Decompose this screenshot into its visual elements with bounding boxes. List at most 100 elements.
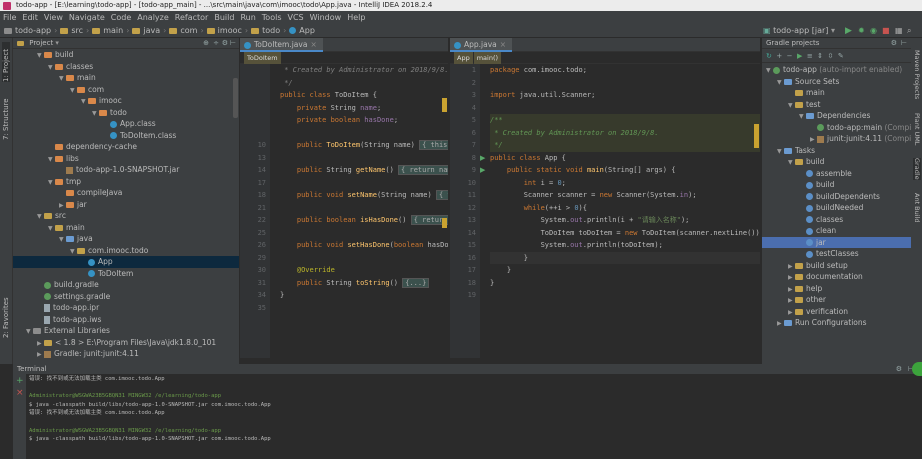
- breadcrumb-item[interactable]: App: [287, 24, 317, 38]
- code-line[interactable]: public String getName() { return name; }: [280, 164, 448, 177]
- maven-projects-tab[interactable]: Maven Projects: [913, 50, 921, 99]
- project-tree-row[interactable]: ▶ jar: [13, 199, 239, 211]
- menu-item-build[interactable]: Build: [211, 13, 237, 22]
- project-panel-title[interactable]: Project: [29, 39, 53, 47]
- toggle-offline-icon[interactable]: ≡: [807, 52, 813, 60]
- gradle-tree-row[interactable]: ▶ documentation: [762, 271, 912, 283]
- gradle-tree-row[interactable]: main: [762, 87, 912, 99]
- project-tree-row[interactable]: ▼ External Libraries: [13, 325, 239, 337]
- code-line[interactable]: private String name;: [280, 102, 448, 115]
- coverage-icon[interactable]: ◉: [870, 24, 877, 38]
- code-area[interactable]: package com.imooc.todo; import java.util.…: [490, 64, 760, 358]
- debug-icon[interactable]: ✹: [858, 24, 865, 38]
- run-gutter-icon[interactable]: ▶: [480, 164, 488, 177]
- project-tree-row[interactable]: ▼ com: [13, 84, 239, 96]
- code-area[interactable]: * Created by Administrator on 2018/9/8. …: [280, 64, 448, 358]
- menu-item-analyze[interactable]: Analyze: [134, 13, 172, 22]
- project-tree-row[interactable]: App.class: [13, 118, 239, 130]
- project-tree-row[interactable]: ▼ classes: [13, 61, 239, 73]
- project-tree-row[interactable]: ▶ Gradle: junit:junit:4.11: [13, 348, 239, 360]
- structure-tool-tab[interactable]: 7: Structure: [2, 90, 10, 140]
- gradle-tree-row[interactable]: todo-app:main (Compile): [762, 122, 921, 134]
- code-line[interactable]: int i = 0;: [490, 177, 760, 190]
- notification-badge[interactable]: [912, 362, 922, 376]
- code-line[interactable]: package com.imooc.todo;: [490, 64, 760, 77]
- class-breadcrumb[interactable]: App: [454, 52, 473, 64]
- code-line[interactable]: /**: [490, 114, 760, 127]
- gradle-tree-row[interactable]: ▶ Run Configurations: [762, 317, 912, 329]
- chevron-down-icon[interactable]: ▾: [55, 39, 59, 47]
- code-line[interactable]: Scanner scanner = new Scanner(System.in)…: [490, 189, 760, 202]
- code-line[interactable]: [490, 102, 760, 115]
- project-tree-row[interactable]: dependency-cache: [13, 141, 239, 153]
- code-line[interactable]: }: [280, 289, 448, 302]
- run-icon[interactable]: ▶: [845, 24, 852, 38]
- run-task-icon[interactable]: ▶: [797, 52, 802, 60]
- code-line[interactable]: }: [490, 251, 760, 264]
- menu-item-navigate[interactable]: Navigate: [66, 13, 108, 22]
- menu-item-run[interactable]: Run: [237, 13, 258, 22]
- warning-marker[interactable]: [754, 124, 759, 148]
- menu-item-edit[interactable]: Edit: [19, 13, 41, 22]
- favorites-tool-tab[interactable]: 2: Favorites: [2, 288, 10, 338]
- code-line[interactable]: [280, 227, 448, 240]
- hide-icon[interactable]: ⊢: [901, 38, 907, 49]
- collapse-all-icon[interactable]: ÷: [213, 38, 219, 49]
- breadcrumb-item[interactable]: main: [90, 24, 125, 38]
- remove-icon[interactable]: −: [787, 52, 793, 60]
- ant-build-tab[interactable]: Ant Build: [913, 193, 921, 223]
- project-tree-row[interactable]: ToDoItem.class: [13, 130, 239, 142]
- expand-all-icon[interactable]: ⇕: [817, 52, 823, 60]
- gradle-tree-row[interactable]: jar: [762, 236, 912, 248]
- breadcrumb-item[interactable]: todo: [249, 24, 282, 38]
- close-session-icon[interactable]: ×: [16, 388, 24, 398]
- refresh-icon[interactable]: ↻: [766, 52, 772, 60]
- warning-marker[interactable]: [442, 218, 447, 228]
- close-icon[interactable]: ×: [500, 40, 506, 49]
- code-line[interactable]: [490, 289, 760, 302]
- code-line[interactable]: * Created by Administrator on 2018/9/8.: [490, 126, 760, 139]
- run-gutter-icon[interactable]: ▶: [480, 152, 488, 165]
- project-tree-row[interactable]: ▼ todo: [13, 107, 239, 119]
- project-tree-row[interactable]: ▼ imooc: [13, 95, 239, 107]
- code-line[interactable]: }: [490, 264, 760, 277]
- gradle-tree-row[interactable]: clean: [762, 225, 912, 237]
- breadcrumb-item[interactable]: src: [58, 24, 85, 38]
- code-line[interactable]: [280, 202, 448, 215]
- method-breadcrumb[interactable]: main(): [473, 52, 502, 64]
- chevron-right-icon[interactable]: ▶: [37, 349, 44, 361]
- code-line[interactable]: public boolean isHasDone() { return has: [280, 214, 448, 227]
- collapse-all-icon[interactable]: ⇳: [827, 52, 833, 60]
- menu-item-help[interactable]: Help: [344, 13, 368, 22]
- code-line[interactable]: public void setName(String name) { this: [280, 189, 448, 202]
- code-line[interactable]: @Override: [280, 264, 448, 277]
- code-line[interactable]: [490, 77, 760, 90]
- code-line[interactable]: [280, 252, 448, 265]
- code-line[interactable]: public ToDoItem(String name) { this.name: [280, 139, 448, 152]
- code-line[interactable]: */: [280, 77, 448, 90]
- warning-marker[interactable]: [442, 98, 447, 112]
- class-breadcrumb[interactable]: ToDoItem: [244, 52, 281, 64]
- project-tree-row[interactable]: todo-app.ipr: [13, 302, 239, 314]
- run-config-selector[interactable]: ▣ todo-app [jar] ▾: [763, 24, 835, 38]
- gradle-tool-tab[interactable]: Gradle: [913, 158, 921, 180]
- gradle-tree-row[interactable]: ▶ help: [762, 283, 912, 295]
- gradle-tree-row[interactable]: ▶ junit:junit:4.11 (Compile): [762, 133, 921, 145]
- gradle-tree-row[interactable]: buildNeeded: [762, 202, 912, 214]
- project-tree-row[interactable]: App: [13, 256, 239, 268]
- project-tree-row[interactable]: ▼ main: [13, 72, 239, 84]
- project-tree-row[interactable]: compileJava: [13, 187, 239, 199]
- menu-item-file[interactable]: File: [0, 13, 19, 22]
- project-tree-row[interactable]: ▼ libs: [13, 153, 239, 165]
- project-structure-icon[interactable]: ▦: [895, 24, 903, 38]
- code-line[interactable]: ToDoItem toDoItem = new ToDoItem(scanner…: [490, 227, 760, 240]
- gear-icon[interactable]: ⚙: [891, 38, 897, 49]
- tab-todoitem-java[interactable]: ToDoItem.java ×: [240, 38, 323, 52]
- project-tree-row[interactable]: ▼ src: [13, 210, 239, 222]
- code-line[interactable]: [280, 152, 448, 165]
- gear-icon[interactable]: ⚙: [222, 38, 228, 49]
- stop-icon[interactable]: ■: [882, 24, 890, 38]
- project-tool-tab[interactable]: 1: Project: [2, 42, 10, 82]
- gradle-tree-row[interactable]: ▶ build setup: [762, 260, 912, 272]
- gradle-tree-row[interactable]: ▼ test: [762, 99, 912, 111]
